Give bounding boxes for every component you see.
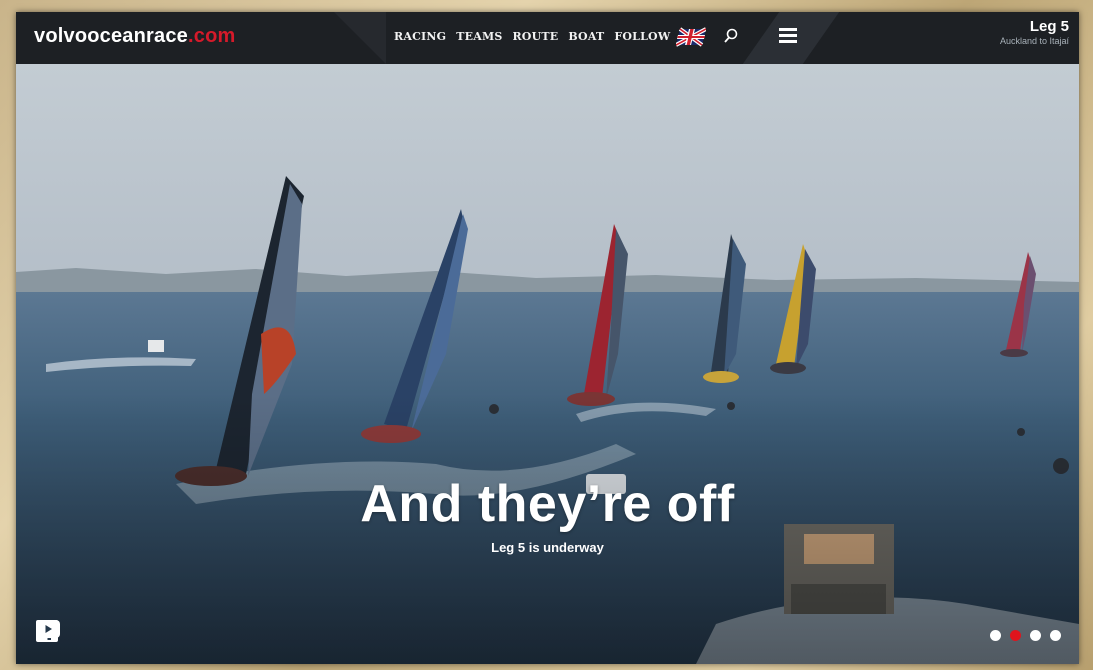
leg-title[interactable]: Leg 5 <box>1030 18 1069 35</box>
hero-photo <box>16 64 1079 664</box>
logo-suffix: .com <box>188 25 236 47</box>
header-divider <box>334 12 386 64</box>
site-logo[interactable]: volvooceanrace.com <box>34 25 235 48</box>
leg-subtitle: Auckland to Itajaí <box>999 36 1069 46</box>
carousel-dot[interactable] <box>1050 630 1061 641</box>
carousel-dot-active[interactable] <box>1010 630 1021 641</box>
nav-teams[interactable]: TEAMS <box>456 30 502 43</box>
site-header: volvooceanrace.com RACING TEAMS ROUTE BO… <box>16 12 1079 64</box>
carousel-dot[interactable] <box>990 630 1001 641</box>
carousel-dot[interactable] <box>1030 630 1041 641</box>
nav-racing[interactable]: RACING <box>394 30 446 43</box>
nav-route[interactable]: ROUTE <box>512 30 558 43</box>
hero-headline[interactable]: And they’re off <box>16 474 1079 534</box>
logo-main: volvooceanrace <box>34 25 188 47</box>
hamburger-menu-icon[interactable] <box>779 28 797 44</box>
hero-subheadline: Leg 5 is underway <box>491 540 604 555</box>
hero-banner[interactable]: And they’re off Leg 5 is underway <box>16 64 1079 664</box>
uk-flag-icon[interactable] <box>676 27 706 47</box>
nav-boat[interactable]: BOAT <box>568 30 604 43</box>
main-nav: RACING TEAMS ROUTE BOAT FOLLOW <box>394 30 680 43</box>
nav-follow[interactable]: FOLLOW <box>614 30 670 43</box>
carousel-dots <box>990 630 1061 641</box>
search-icon[interactable] <box>723 27 739 45</box>
browser-frame: volvooceanrace.com RACING TEAMS ROUTE BO… <box>16 12 1079 664</box>
